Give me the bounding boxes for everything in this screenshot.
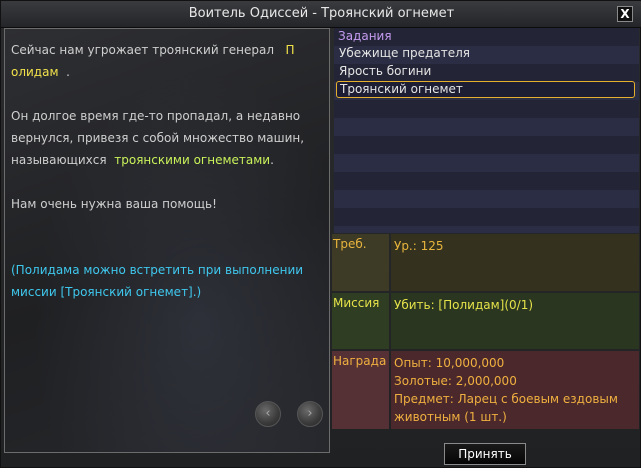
- quest-window: Воитель Одиссей - Троянский огнемет X Се…: [0, 0, 641, 468]
- accept-button[interactable]: Принять: [444, 443, 526, 465]
- requirement-row: Треб. Ур.: 125: [332, 234, 639, 291]
- quest-item[interactable]: Убежище предателя: [336, 45, 635, 62]
- mission-value: Убить: [Полидам](0/1): [391, 293, 639, 349]
- close-button[interactable]: X: [617, 6, 633, 22]
- reward-item: Предмет: Ларец с боевым ездовым: [394, 392, 618, 406]
- dialog-line-text: Сейчас нам угрожает троянский генерал: [11, 43, 275, 57]
- reward-gold: Золотые: 2,000,000: [394, 374, 517, 388]
- next-page-button[interactable]: ›: [297, 401, 323, 427]
- prev-page-button[interactable]: ‹: [255, 401, 281, 427]
- npc-name-link[interactable]: олидам: [11, 65, 59, 79]
- dialog-punct: .: [66, 65, 70, 79]
- dialog-line: Нам очень нужна ваша помощь!: [11, 197, 217, 211]
- hint-line: (Полидама можно встретить при выполнении: [11, 263, 304, 277]
- reward-item-cont: животным (1 шт.): [394, 410, 507, 424]
- reward-label: Награда: [332, 351, 389, 429]
- npc-name-link[interactable]: П: [285, 43, 294, 57]
- dialog-line: олидам .: [11, 61, 316, 83]
- quest-item[interactable]: Ярость богини: [336, 63, 635, 80]
- quest-item-selected[interactable]: Троянский огнемет: [336, 81, 635, 98]
- npc-dialog-panel: Сейчас нам угрожает троянский генерал П …: [4, 28, 330, 453]
- mission-label: Миссия: [332, 293, 389, 349]
- hint-line: миссии [Троянский огнемет].): [11, 285, 202, 299]
- reward-exp: Опыт: 10,000,000: [394, 356, 505, 370]
- window-title: Воитель Одиссей - Троянский огнемет: [188, 6, 455, 21]
- chevron-left-icon: ‹: [265, 406, 271, 421]
- dialog-line: называющихся троянскими огнеметами.: [11, 149, 316, 171]
- requirement-value: Ур.: 125: [391, 234, 639, 291]
- quest-list-header: Задания: [338, 29, 392, 43]
- dialog-punct: .: [270, 153, 274, 167]
- mission-row: Миссия Убить: [Полидам](0/1): [332, 293, 639, 349]
- dialog-line-text: называющихся: [11, 153, 107, 167]
- reward-value: Опыт: 10,000,000 Золотые: 2,000,000 Пред…: [391, 351, 639, 429]
- dialog-line: Он долгое время где-то пропадал, а недав…: [11, 109, 301, 123]
- title-bar[interactable]: Воитель Одиссей - Троянский огнемет X: [1, 1, 641, 28]
- reward-row: Награда Опыт: 10,000,000 Золотые: 2,000,…: [332, 351, 639, 429]
- requirement-label: Треб.: [332, 234, 389, 291]
- highlight-term: троянскими огнеметами: [114, 153, 271, 167]
- dialog-text: Сейчас нам угрожает троянский генерал П …: [11, 39, 316, 303]
- chevron-right-icon: ›: [307, 406, 313, 421]
- quest-list: Задания Убежище предателя Ярость богини …: [334, 28, 639, 233]
- dialog-line: вернулся, привезя с собой множество маши…: [11, 131, 305, 145]
- dialog-line: Сейчас нам угрожает троянский генерал П: [11, 39, 316, 61]
